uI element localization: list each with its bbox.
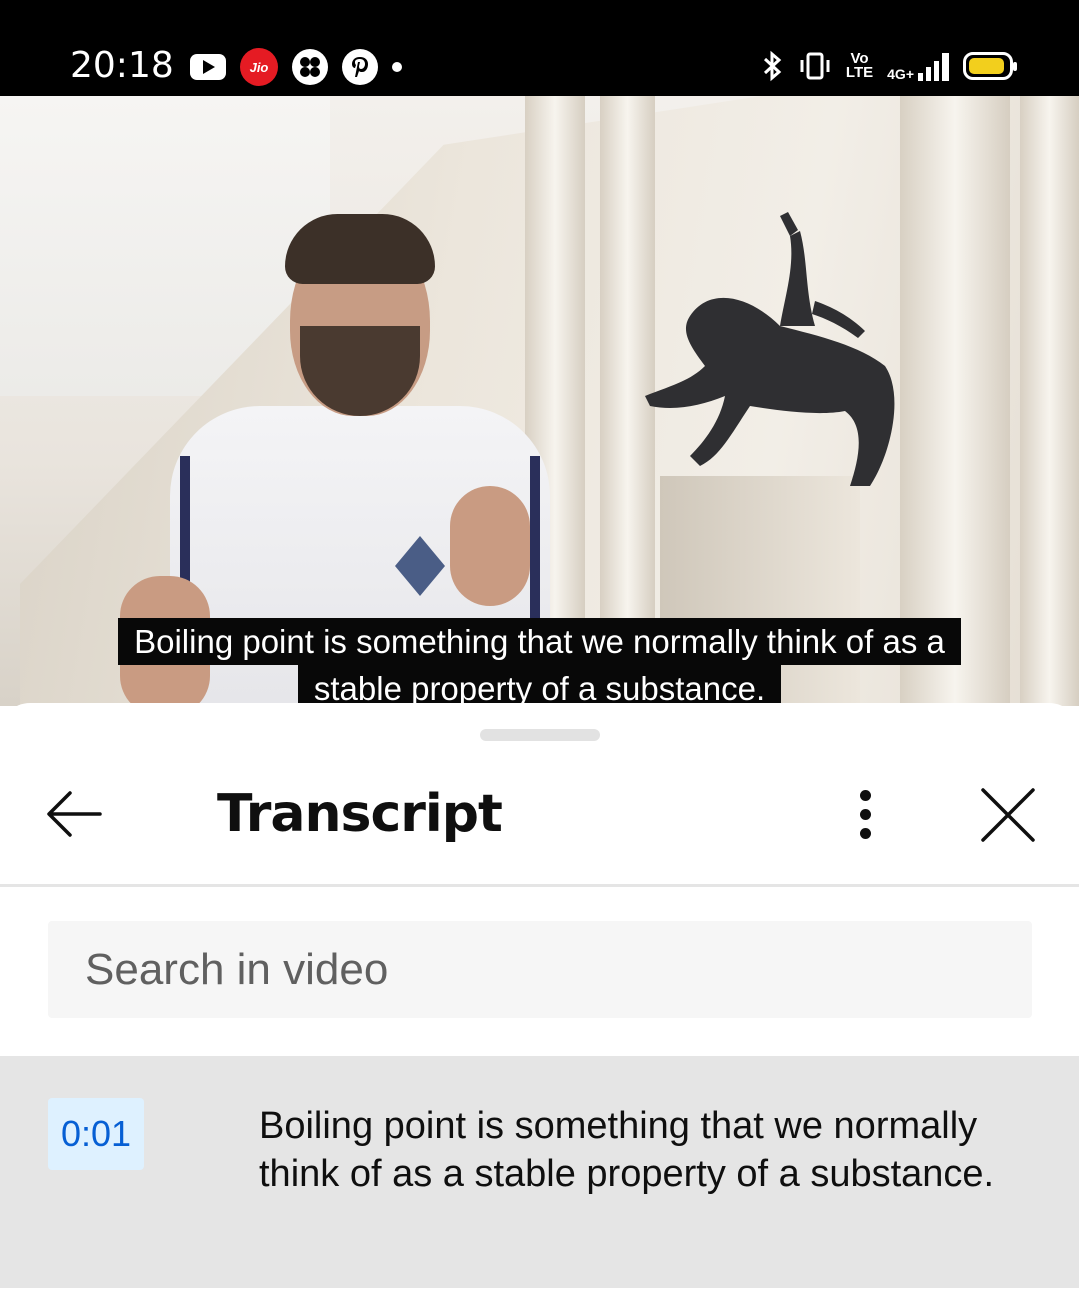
pinterest-icon	[342, 49, 378, 85]
drag-handle[interactable]	[480, 729, 600, 741]
back-button[interactable]	[38, 779, 110, 849]
search-box[interactable]	[48, 921, 1032, 1018]
more-options-button[interactable]	[836, 779, 894, 849]
network-type-label: 4G+	[887, 66, 914, 82]
video-player[interactable]: Boiling point is something that we norma…	[0, 96, 1079, 706]
video-caption: Boiling point is something that we norma…	[0, 618, 1079, 706]
video-column	[1020, 96, 1079, 706]
status-icons-right: Vo LTE 4G+	[762, 46, 1017, 86]
segment-timestamp[interactable]: 0:01	[48, 1098, 144, 1170]
back-arrow-icon	[47, 791, 102, 837]
vibrate-icon	[800, 52, 830, 80]
bluetooth-icon	[763, 50, 782, 82]
presenter-hand	[450, 486, 530, 606]
transcript-panel: Transcript 0:01 Boiling point is somethi…	[0, 703, 1079, 1298]
presenter-hair	[285, 214, 435, 284]
horse-statue	[645, 212, 895, 486]
status-bar: 20:18 Jio Vo LTE 4G+	[0, 0, 1079, 96]
jio-icon: Jio	[240, 48, 278, 86]
header-divider	[0, 884, 1079, 887]
presenter-beard	[300, 326, 420, 416]
close-button[interactable]	[970, 777, 1046, 853]
more-dots-icon	[859, 789, 871, 801]
search-input[interactable]	[48, 921, 1032, 1018]
transcript-header: Transcript	[0, 763, 1079, 883]
battery-icon	[963, 52, 1017, 80]
segment-text: Boiling point is something that we norma…	[259, 1105, 995, 1195]
caption-line-2: stable property of a substance.	[297, 665, 782, 706]
signal-icon	[918, 51, 949, 81]
volte-icon: Vo LTE	[845, 50, 874, 81]
transcript-segment[interactable]: 0:01 Boiling point is something that we …	[0, 1056, 1079, 1288]
status-icons-left: Jio	[190, 48, 402, 86]
app-icon	[292, 49, 328, 85]
dot-icon	[392, 62, 402, 72]
panel-title: Transcript	[217, 784, 503, 844]
close-icon	[981, 788, 1035, 842]
status-time: 20:18	[70, 45, 174, 86]
caption-line-1: Boiling point is something that we norma…	[118, 618, 961, 665]
youtube-icon	[190, 54, 226, 80]
